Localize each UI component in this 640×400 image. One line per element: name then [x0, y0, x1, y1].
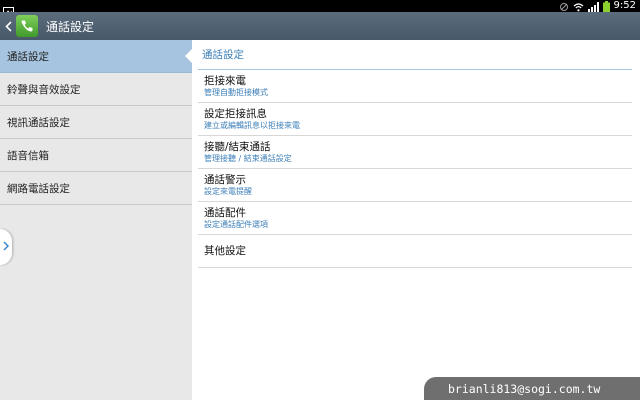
setting-reject-calls[interactable]: 拒接來電 管理自動拒接模式: [198, 70, 632, 103]
sidebar-item-label: 通話設定: [7, 50, 49, 63]
setting-reject-messages[interactable]: 設定拒接訊息 建立或編輯訊息以拒接來電: [198, 103, 632, 136]
status-bar: 9:52: [0, 0, 640, 16]
sidebar: 通話設定 鈴聲與音效設定 視訊通話設定 語音信箱 網路電話設定: [0, 40, 193, 400]
back-chevron-icon[interactable]: [2, 12, 14, 40]
setting-title: 設定拒接訊息: [204, 107, 267, 120]
setting-title: 拒接來電: [204, 74, 246, 87]
watermark: brianli813@sogi.com.tw: [424, 377, 640, 400]
sidebar-item-label: 語音信箱: [7, 149, 49, 162]
setting-title: 其他設定: [204, 244, 246, 257]
sidebar-item-voicemail[interactable]: 語音信箱: [0, 139, 192, 172]
setting-call-alerts[interactable]: 通話警示 設定來電提醒: [198, 169, 632, 202]
setting-title: 接聽/結束通話: [204, 140, 271, 153]
setting-subtitle: 建立或編輯訊息以拒接來電: [204, 120, 300, 130]
action-bar: 通話設定: [0, 12, 640, 40]
phone-icon[interactable]: [16, 15, 38, 37]
sidebar-item-video-call[interactable]: 視訊通話設定: [0, 106, 192, 139]
setting-additional-settings[interactable]: 其他設定: [198, 235, 632, 268]
sidebar-item-label: 視訊通話設定: [7, 116, 70, 129]
sidebar-item-label: 鈴聲與音效設定: [7, 83, 81, 96]
clock: 9:52: [613, 0, 636, 11]
sidebar-item-ringtones[interactable]: 鈴聲與音效設定: [0, 73, 192, 106]
section-header: 通話設定: [198, 40, 632, 70]
status-icons: 9:52: [559, 0, 636, 12]
settings-detail-pane: 通話設定 拒接來電 管理自動拒接模式 設定拒接訊息 建立或編輯訊息以拒接來電 接…: [192, 40, 640, 400]
setting-subtitle: 管理接聽 / 結束通話設定: [204, 153, 292, 163]
side-panel-tab[interactable]: [0, 229, 12, 265]
setting-subtitle: 設定來電提醒: [204, 186, 252, 196]
chevron-right-icon: [3, 240, 10, 254]
sidebar-item-internet-call[interactable]: 網路電話設定: [0, 172, 192, 205]
setting-subtitle: 設定通話配件選項: [204, 219, 268, 229]
sidebar-item-label: 網路電話設定: [7, 182, 70, 195]
action-bar-title: 通話設定: [46, 19, 95, 34]
setting-answer-end-calls[interactable]: 接聽/結束通話 管理接聽 / 結束通話設定: [198, 136, 632, 169]
setting-subtitle: 管理自動拒接模式: [204, 87, 268, 97]
sidebar-item-call-settings[interactable]: 通話設定: [0, 40, 193, 73]
setting-title: 通話配件: [204, 206, 246, 219]
setting-title: 通話警示: [204, 173, 246, 186]
setting-call-accessories[interactable]: 通話配件 設定通話配件選項: [198, 202, 632, 235]
